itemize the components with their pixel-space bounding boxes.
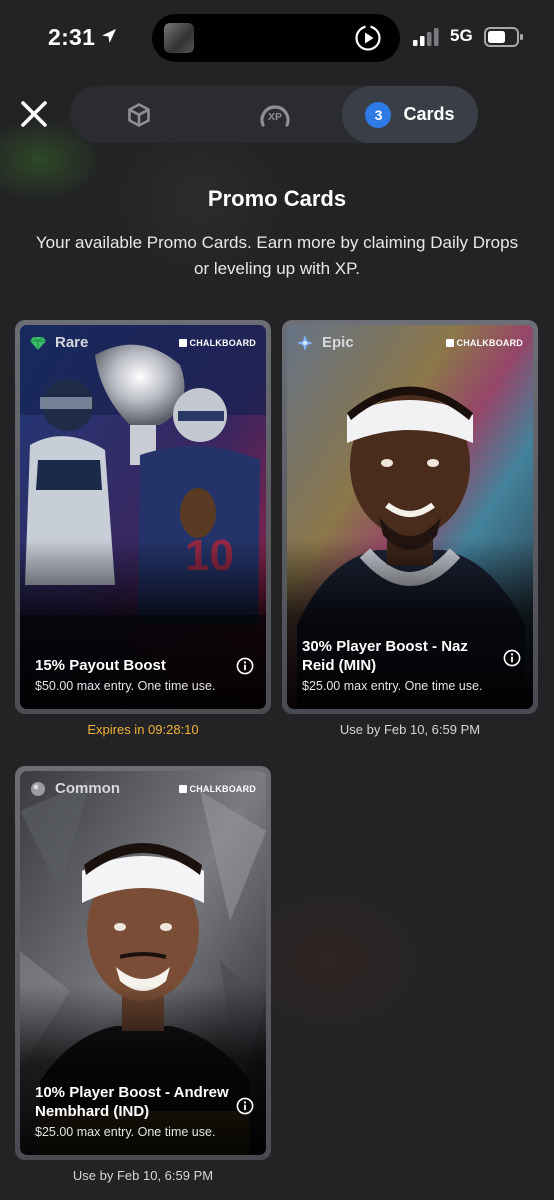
tab-boxes[interactable] bbox=[108, 86, 170, 143]
card-face: 10 Rare CHALKBOARD 15% Payout Boost $50.… bbox=[20, 325, 266, 709]
tier-row: Rare bbox=[30, 334, 88, 351]
brand-label: CHALKBOARD bbox=[189, 338, 256, 348]
info-icon[interactable] bbox=[503, 649, 521, 667]
info-icon[interactable] bbox=[236, 657, 254, 675]
card-expiry: Use by Feb 10, 6:59 PM bbox=[72, 1168, 214, 1183]
xp-gauge-icon: XP bbox=[260, 104, 290, 127]
chalkboard-logo: CHALKBOARD bbox=[178, 338, 257, 348]
tier-label: Common bbox=[55, 780, 120, 797]
status-bar: 2:31 5G bbox=[0, 0, 554, 76]
card-title: 15% Payout Boost bbox=[35, 657, 166, 674]
card-description: $50.00 max entry. One time use. bbox=[35, 679, 216, 693]
screen-record-icon bbox=[355, 25, 381, 51]
common-gem-icon bbox=[31, 781, 45, 796]
info-icon[interactable] bbox=[236, 1097, 254, 1115]
status-time: 2:31 bbox=[48, 24, 96, 50]
card-face: Common CHALKBOARD 10% Player Boost - And… bbox=[20, 771, 266, 1155]
card-description: $25.00 max entry. One time use. bbox=[302, 679, 483, 693]
promo-card-rare[interactable]: 10 Rare CHALKBOARD 15% Payout Boost $50.… bbox=[15, 320, 271, 714]
tab-xp[interactable]: XP bbox=[240, 86, 310, 143]
location-arrow-icon bbox=[102, 29, 116, 43]
now-playing-thumbnail bbox=[164, 23, 194, 53]
page-subtitle: Your available Promo Cards. Earn more by… bbox=[35, 233, 519, 278]
rare-gem-icon bbox=[30, 336, 46, 350]
network-type: 5G bbox=[450, 26, 473, 45]
page-title: Promo Cards bbox=[207, 186, 347, 211]
card-text: 10% Player Boost - Andrew Nembhard (IND)… bbox=[35, 1083, 232, 1139]
brand-label: CHALKBOARD bbox=[189, 784, 256, 794]
epic-gem-icon bbox=[297, 334, 313, 351]
chalkboard-logo: CHALKBOARD bbox=[178, 784, 257, 794]
app-screen: 2:31 5G XP 3 Cards Promo Cards Your avai… bbox=[0, 0, 554, 1200]
tier-label: Epic bbox=[322, 334, 354, 351]
card-expiry: Use by Feb 10, 6:59 PM bbox=[339, 722, 481, 737]
xp-label: XP bbox=[268, 111, 282, 123]
chalkboard-mark-icon bbox=[178, 785, 187, 793]
brand-label: CHALKBOARD bbox=[456, 338, 523, 348]
promo-card-common[interactable]: Common CHALKBOARD 10% Player Boost - And… bbox=[15, 766, 271, 1160]
promo-card-epic[interactable]: Epic CHALKBOARD 30% Player Boost - Naz R… bbox=[282, 320, 538, 714]
tab-cards[interactable]: 3 Cards bbox=[342, 86, 478, 143]
dynamic-island[interactable] bbox=[152, 14, 400, 62]
reward-tabs: XP 3 Cards bbox=[70, 86, 478, 143]
cube-icon bbox=[128, 102, 150, 127]
tier-row: Epic bbox=[297, 334, 354, 351]
cellular-signal-icon bbox=[413, 28, 439, 46]
chalkboard-mark-icon bbox=[445, 339, 454, 347]
card-title: 30% Player Boost - Naz Reid (MIN) bbox=[302, 638, 468, 674]
card-expiry: Expires in 09:28:10 bbox=[87, 722, 199, 737]
close-icon[interactable] bbox=[18, 98, 50, 130]
card-description: $25.00 max entry. One time use. bbox=[35, 1125, 216, 1139]
tier-label: Rare bbox=[55, 334, 89, 351]
card-text: 15% Payout Boost $50.00 max entry. One t… bbox=[35, 656, 232, 693]
card-text: 30% Player Boost - Naz Reid (MIN) $25.00… bbox=[302, 637, 499, 693]
chalkboard-logo: CHALKBOARD bbox=[445, 338, 524, 348]
card-title: 10% Player Boost - Andrew Nembhard (IND) bbox=[35, 1084, 229, 1120]
card-face: Epic CHALKBOARD 30% Player Boost - Naz R… bbox=[287, 325, 533, 709]
cards-count-badge: 3 bbox=[365, 101, 392, 128]
battery-icon bbox=[484, 27, 523, 47]
tab-cards-label: Cards bbox=[403, 104, 455, 124]
chalkboard-mark-icon bbox=[178, 339, 187, 347]
tier-row: Common bbox=[30, 780, 120, 797]
